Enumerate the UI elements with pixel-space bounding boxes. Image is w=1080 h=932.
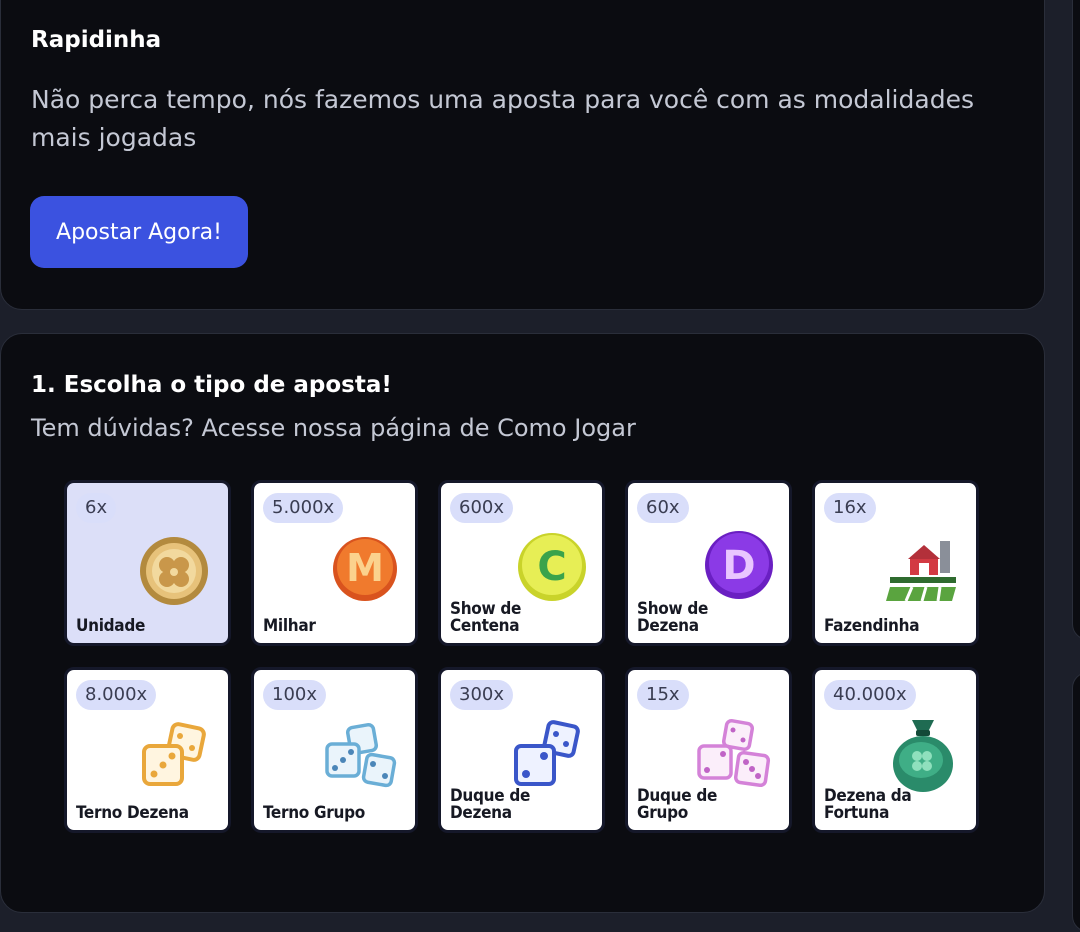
bet-tile-show-de-centena[interactable]: 600x C Show de Centena xyxy=(438,480,605,646)
side-panel-edge xyxy=(1072,0,1080,640)
tile-label: Milhar xyxy=(263,616,316,636)
multiplier-badge: 15x xyxy=(637,680,689,710)
multiplier-badge: 100x xyxy=(263,680,327,710)
tile-label: Show de Dezena xyxy=(637,599,709,636)
multiplier-badge: 600x xyxy=(450,493,514,523)
multiplier-badge: 6x xyxy=(76,493,117,523)
how-to-play-hint: Tem dúvidas? Acesse nossa página de Como… xyxy=(31,414,636,442)
quick-bet-description: Não perca tempo, nós fazemos uma aposta … xyxy=(31,85,974,152)
letter-c-coin-icon: C xyxy=(518,533,586,601)
letter-m-coin-icon: M xyxy=(333,537,397,601)
multiplier-badge: 300x xyxy=(450,680,514,710)
multiplier-badge: 16x xyxy=(824,493,876,523)
svg-text:C: C xyxy=(537,544,566,590)
bet-tile-milhar[interactable]: 5.000x M Milhar xyxy=(251,480,418,646)
quick-bet-title: Rapidinha xyxy=(31,27,162,53)
farm-icon xyxy=(886,541,956,602)
tile-label: Duque de Grupo xyxy=(637,786,718,823)
multiplier-badge: 60x xyxy=(637,493,689,523)
money-bag-icon xyxy=(893,720,953,792)
letter-d-coin-icon: D xyxy=(705,531,773,599)
multiplier-badge: 5.000x xyxy=(263,493,344,523)
bet-tile-duque-de-grupo[interactable]: 15x Duque de Grupo xyxy=(625,667,792,833)
tile-label: Unidade xyxy=(76,616,146,636)
bet-tile-show-de-dezena[interactable]: 60x D Show de Dezena xyxy=(625,480,792,646)
bet-type-card: 1. Escolha o tipo de aposta! Tem dúvidas… xyxy=(0,333,1045,913)
bet-tile-unidade[interactable]: 6x Unidade xyxy=(64,480,231,646)
tile-label: Duque de Dezena xyxy=(450,786,531,823)
multiplier-badge: 40.000x xyxy=(824,680,916,710)
dice-blue-icon xyxy=(325,722,397,788)
svg-text:D: D xyxy=(722,543,755,589)
bet-tile-duque-de-dezena[interactable]: 300x Duque de Dezena xyxy=(438,667,605,833)
bet-now-button[interactable]: Apostar Agora! xyxy=(30,196,248,268)
bet-tile-dezena-da-fortuna[interactable]: 40.000x Dezena da Fortuna xyxy=(812,667,979,833)
quick-bet-card: Rapidinha Não perca tempo, nós fazemos u… xyxy=(0,0,1045,310)
tile-label: Show de Centena xyxy=(450,599,522,636)
dice-pink-icon xyxy=(697,718,771,788)
tile-label: Dezena da Fortuna xyxy=(824,786,912,823)
multiplier-badge: 8.000x xyxy=(76,680,157,710)
bet-type-title: 1. Escolha o tipo de aposta! xyxy=(31,372,392,398)
tile-label: Terno Grupo xyxy=(263,803,365,823)
clover-coin-icon xyxy=(140,537,208,605)
tile-label: Terno Dezena xyxy=(76,803,189,823)
dice-orange-icon xyxy=(142,722,206,786)
tile-label: Fazendinha xyxy=(824,616,920,636)
svg-text:M: M xyxy=(346,546,384,590)
bet-tile-fazendinha[interactable]: 16x Fazendinha xyxy=(812,480,979,646)
bet-tile-terno-dezena[interactable]: 8.000x Terno Dezena xyxy=(64,667,231,833)
side-panel-edge xyxy=(1072,672,1080,932)
dice-navy-icon xyxy=(514,720,580,786)
bet-tile-terno-grupo[interactable]: 100x Terno Grupo xyxy=(251,667,418,833)
